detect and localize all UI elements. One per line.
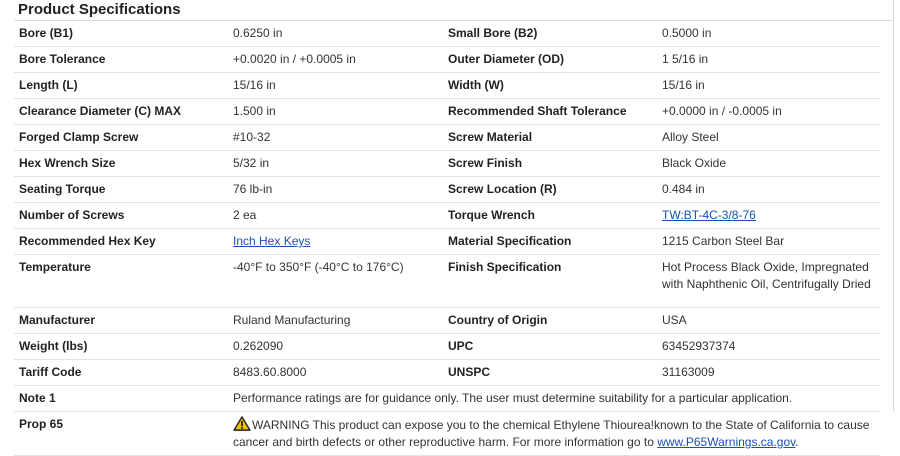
spec-label: Prop 65: [14, 411, 228, 456]
warning-triangle-icon: [233, 416, 251, 431]
spec-value: 0.484 in: [657, 176, 880, 203]
spec-value: -40°F to 350°F (-40°C to 176°C): [228, 254, 443, 308]
spec-value: 2 ea: [228, 202, 443, 229]
spec-label: Bore Tolerance: [14, 46, 228, 73]
spec-value: Black Oxide: [657, 150, 880, 177]
spec-value: 1.500 in: [228, 98, 443, 125]
spec-label: Screw Location (R): [443, 176, 657, 203]
spec-label: Recommended Hex Key: [14, 228, 228, 255]
panel-right-border: [893, 0, 894, 412]
spec-value: USA: [657, 307, 880, 334]
spec-label: Clearance Diameter (C) MAX: [14, 98, 228, 125]
spec-label: Bore (B1): [14, 21, 228, 47]
table-row: Prop 65 WARNING This product can expose …: [14, 411, 880, 456]
spec-label: Temperature: [14, 254, 228, 308]
spec-label: Hex Wrench Size: [14, 150, 228, 177]
specs-table: Bore (B1) 0.6250 in Small Bore (B2) 0.50…: [14, 21, 880, 456]
section-title: Product Specifications: [14, 0, 894, 21]
spec-value: Hot Process Black Oxide, Impregnated wit…: [657, 254, 880, 308]
table-row: Hex Wrench Size 5/32 in Screw Finish Bla…: [14, 150, 880, 177]
spec-label: Small Bore (B2): [443, 21, 657, 47]
spec-label: Weight (lbs): [14, 333, 228, 360]
prop65-warning: WARNING This product can expose you to t…: [228, 411, 880, 456]
spec-label: Width (W): [443, 72, 657, 99]
spec-value-cell: TW:BT-4C-3/8-76: [657, 202, 880, 229]
spec-value: +0.0000 in / -0.0005 in: [657, 98, 880, 125]
spec-label: Material Specification: [443, 228, 657, 255]
spec-value: Ruland Manufacturing: [228, 307, 443, 334]
table-row: Weight (lbs) 0.262090 UPC 63452937374: [14, 333, 880, 360]
table-row: Tariff Code 8483.60.8000 UNSPC 31163009: [14, 359, 880, 386]
torque-wrench-link[interactable]: TW:BT-4C-3/8-76: [662, 208, 756, 222]
spec-label: Number of Screws: [14, 202, 228, 229]
table-row: Recommended Hex Key Inch Hex Keys Materi…: [14, 228, 880, 255]
spec-value: 0.262090: [228, 333, 443, 360]
spec-label: Manufacturer: [14, 307, 228, 334]
spec-value: 0.6250 in: [228, 21, 443, 47]
table-row: Temperature -40°F to 350°F (-40°C to 176…: [14, 254, 880, 308]
spec-value: 15/16 in: [657, 72, 880, 99]
table-row: Manufacturer Ruland Manufacturing Countr…: [14, 307, 880, 334]
spec-value: +0.0020 in / +0.0005 in: [228, 46, 443, 73]
spec-value: 15/16 in: [228, 72, 443, 99]
spec-value: 8483.60.8000: [228, 359, 443, 386]
spec-label: Torque Wrench: [443, 202, 657, 229]
table-row: Note 1 Performance ratings are for guida…: [14, 385, 880, 412]
spec-value: 76 lb-in: [228, 176, 443, 203]
table-row: Number of Screws 2 ea Torque Wrench TW:B…: [14, 202, 880, 229]
spec-label: Recommended Shaft Tolerance: [443, 98, 657, 125]
spec-value: 0.5000 in: [657, 21, 880, 47]
spec-label: Tariff Code: [14, 359, 228, 386]
spec-value: 63452937374: [657, 333, 880, 360]
table-row: Clearance Diameter (C) MAX 1.500 in Reco…: [14, 98, 880, 125]
table-row: Bore (B1) 0.6250 in Small Bore (B2) 0.50…: [14, 21, 880, 47]
spec-value: #10-32: [228, 124, 443, 151]
table-row: Length (L) 15/16 in Width (W) 15/16 in: [14, 72, 880, 99]
p65-warnings-link[interactable]: www.P65Warnings.ca.gov: [657, 435, 795, 449]
spec-label: UNSPC: [443, 359, 657, 386]
product-specifications-panel: Product Specifications Bore (B1) 0.6250 …: [14, 0, 894, 456]
spec-label: Finish Specification: [443, 254, 657, 308]
spec-label: Outer Diameter (OD): [443, 46, 657, 73]
spec-label: Country of Origin: [443, 307, 657, 334]
hex-keys-link[interactable]: Inch Hex Keys: [233, 234, 310, 248]
spec-label: UPC: [443, 333, 657, 360]
note-text: Performance ratings are for guidance onl…: [228, 385, 880, 412]
spec-label: Screw Material: [443, 124, 657, 151]
spec-label: Forged Clamp Screw: [14, 124, 228, 151]
spec-label: Seating Torque: [14, 176, 228, 203]
spec-label: Screw Finish: [443, 150, 657, 177]
spec-value: Alloy Steel: [657, 124, 880, 151]
spec-value: 1 5/16 in: [657, 46, 880, 73]
table-row: Bore Tolerance +0.0020 in / +0.0005 in O…: [14, 46, 880, 73]
spec-label: Length (L): [14, 72, 228, 99]
spec-label: Note 1: [14, 385, 228, 412]
table-row: Forged Clamp Screw #10-32 Screw Material…: [14, 124, 880, 151]
spec-value: 5/32 in: [228, 150, 443, 177]
warning-trailing-period: .: [795, 435, 799, 449]
spec-value-cell: Inch Hex Keys: [228, 228, 443, 255]
spec-value: 1215 Carbon Steel Bar: [657, 228, 880, 255]
spec-value: 31163009: [657, 359, 880, 386]
table-row: Seating Torque 76 lb-in Screw Location (…: [14, 176, 880, 203]
